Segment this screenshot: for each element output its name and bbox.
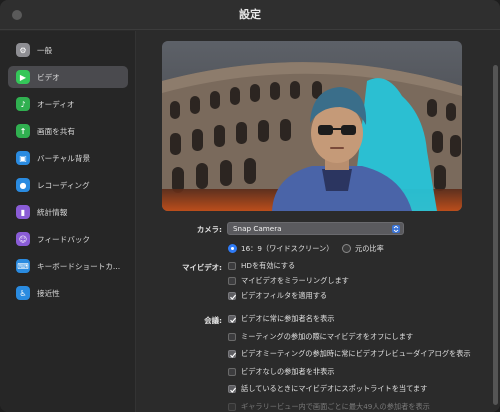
accessibility-icon: ♿ xyxy=(16,286,30,300)
sidebar-item-label: 一般 xyxy=(37,45,53,55)
keyboard-icon: ⌨ xyxy=(16,259,30,273)
sidebar-item[interactable]: ↑ 画面を共有 xyxy=(8,120,128,142)
settings-window: 設定 ⚙ 一般 ▶ ビデオ ♪ オーディオ ↑ 画面を共有 ▣ バーチャル背景 ● レコーディング ▮ 統… xyxy=(0,0,500,412)
video-settings-panel: カメラ: Snap Camera 16：9（ワイドスクリーン） 元の比率 マイビ… xyxy=(137,31,500,412)
ratio-original-label: 元の比率 xyxy=(355,244,384,253)
sidebar-item-label: オーディオ xyxy=(37,99,75,109)
sidebar-item[interactable]: ⚙ 一般 xyxy=(8,39,128,61)
sidebar-item[interactable]: ⌨ キーボードショートカ... xyxy=(8,255,128,277)
chevron-updown-icon xyxy=(392,225,400,233)
hide-non-video-label: ビデオなしの参加者を非表示 xyxy=(241,366,335,376)
sidebar-item[interactable]: ▣ バーチャル背景 xyxy=(8,147,128,169)
enable-hd-checkbox[interactable] xyxy=(228,262,236,270)
window-title: 設定 xyxy=(239,8,261,21)
headphones-icon: ♪ xyxy=(16,97,30,111)
sidebar-item-label: フィードバック xyxy=(37,234,91,244)
statistics-icon: ▮ xyxy=(16,205,30,219)
gear-icon: ⚙ xyxy=(16,43,30,57)
camera-select[interactable]: Snap Camera xyxy=(227,222,404,235)
camera-preview-image xyxy=(162,41,462,211)
sidebar-item-label: ビデオ xyxy=(37,72,60,82)
sidebar-item-label: 統計情報 xyxy=(37,207,68,217)
my-video-label: マイビデオ: xyxy=(182,263,222,272)
turn-off-video-on-join-label: ミーティングの参加の際にマイビデオをオフにします xyxy=(241,331,414,341)
sidebar-item[interactable]: ♿ 接近性 xyxy=(8,282,128,304)
scrollbar[interactable] xyxy=(493,65,498,405)
sidebar-item-label: キーボードショートカ... xyxy=(37,261,121,271)
sidebar-item[interactable]: ● レコーディング xyxy=(8,174,128,196)
ratio-16-9-label: 16：9（ワイドスクリーン） xyxy=(241,244,334,253)
settings-sidebar: ⚙ 一般 ▶ ビデオ ♪ オーディオ ↑ 画面を共有 ▣ バーチャル背景 ● レコーディング ▮ 統計情報… xyxy=(0,31,136,412)
gallery-49-label: ギャラリービュー内で画面ごとに最大49人の参加者を表示 xyxy=(241,401,430,411)
enable-hd-label: HDを有効にする xyxy=(241,261,296,270)
camera-preview xyxy=(162,41,462,211)
sidebar-item[interactable]: ♪ オーディオ xyxy=(8,93,128,115)
spotlight-my-video-label: 話しているときにマイビデオにスポットライトを当てます xyxy=(241,384,428,393)
camera-select-value: Snap Camera xyxy=(233,224,282,233)
sidebar-item[interactable]: ☺ フィードバック xyxy=(8,228,128,250)
gallery-49-checkbox xyxy=(228,402,236,411)
sidebar-item-label: バーチャル背景 xyxy=(37,153,91,163)
meeting-label: 会議: xyxy=(204,316,222,325)
sidebar-item-label: 接近性 xyxy=(37,288,60,298)
hide-non-video-checkbox[interactable] xyxy=(228,367,236,376)
sidebar-item[interactable]: ▮ 統計情報 xyxy=(8,201,128,223)
record-icon: ● xyxy=(16,178,30,192)
title-bar: 設定 xyxy=(0,0,500,30)
camera-label: カメラ: xyxy=(196,225,222,234)
show-preview-dialog-checkbox[interactable] xyxy=(228,350,237,358)
sidebar-item[interactable]: ▶ ビデオ xyxy=(8,66,128,88)
virtual-background-icon: ▣ xyxy=(16,151,30,165)
spotlight-my-video-checkbox[interactable] xyxy=(228,385,237,393)
mirror-video-checkbox[interactable] xyxy=(228,277,236,285)
show-preview-dialog-label: ビデオミーティングの参加時に常にビデオプレビューダイアログを表示 xyxy=(241,349,471,358)
turn-off-video-on-join-checkbox[interactable] xyxy=(228,332,236,341)
share-screen-icon: ↑ xyxy=(16,124,30,138)
ratio-16-9-radio[interactable] xyxy=(228,244,237,253)
sidebar-item-label: レコーディング xyxy=(37,180,90,190)
show-names-checkbox[interactable] xyxy=(228,315,237,323)
video-filter-checkbox[interactable] xyxy=(228,292,237,300)
feedback-icon: ☺ xyxy=(16,232,30,246)
video-camera-icon: ▶ xyxy=(16,70,30,84)
mirror-video-label: マイビデオをミラーリングします xyxy=(241,276,349,285)
ratio-original-radio[interactable] xyxy=(342,244,351,253)
show-names-label: ビデオに常に参加者名を表示 xyxy=(241,314,335,323)
sidebar-item-label: 画面を共有 xyxy=(37,126,75,136)
video-filter-label: ビデオフィルタを適用する xyxy=(241,291,328,300)
